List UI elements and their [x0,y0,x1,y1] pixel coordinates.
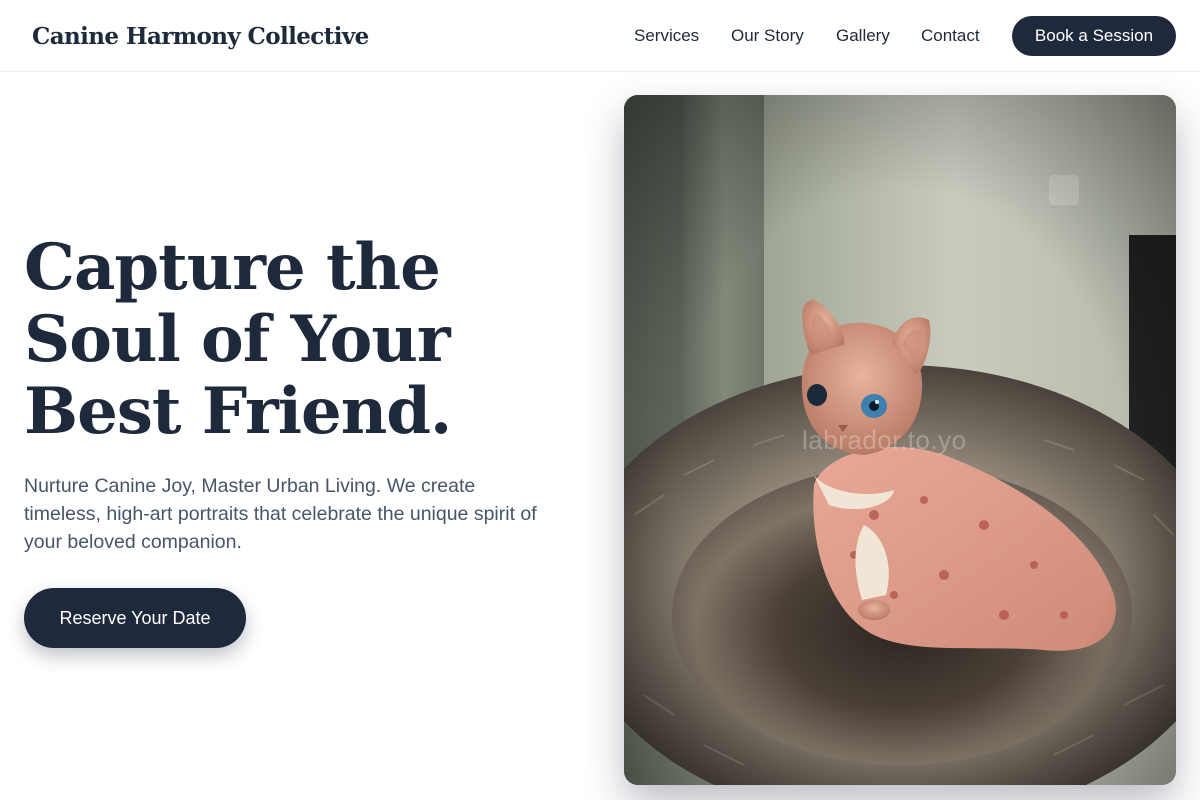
photo-watermark: labrador.to.yo [802,425,967,455]
hero-title-line-3: Best Friend. [24,374,452,449]
nav-link-gallery[interactable]: Gallery [836,24,890,48]
brand-logo[interactable]: Canine Harmony Collective [32,20,369,54]
hero-title-line-1: Capture the [24,230,441,305]
book-session-button[interactable]: Book a Session [1012,16,1176,56]
reserve-date-button[interactable]: Reserve Your Date [24,588,246,648]
nav-link-contact[interactable]: Contact [921,24,980,48]
hero-photo: labrador.to.yo [624,95,1176,785]
hero-subtitle: Nurture Canine Joy, Master Urban Living.… [24,475,537,553]
site-header: Canine Harmony Collective Services Our S… [0,0,1200,72]
hero-title: Capture the Soul of Your Best Friend. [24,232,584,448]
hero-title-line-2: Soul of Your [24,302,451,377]
nav-link-services[interactable]: Services [634,24,699,48]
nav-link-our-story[interactable]: Our Story [731,24,804,48]
